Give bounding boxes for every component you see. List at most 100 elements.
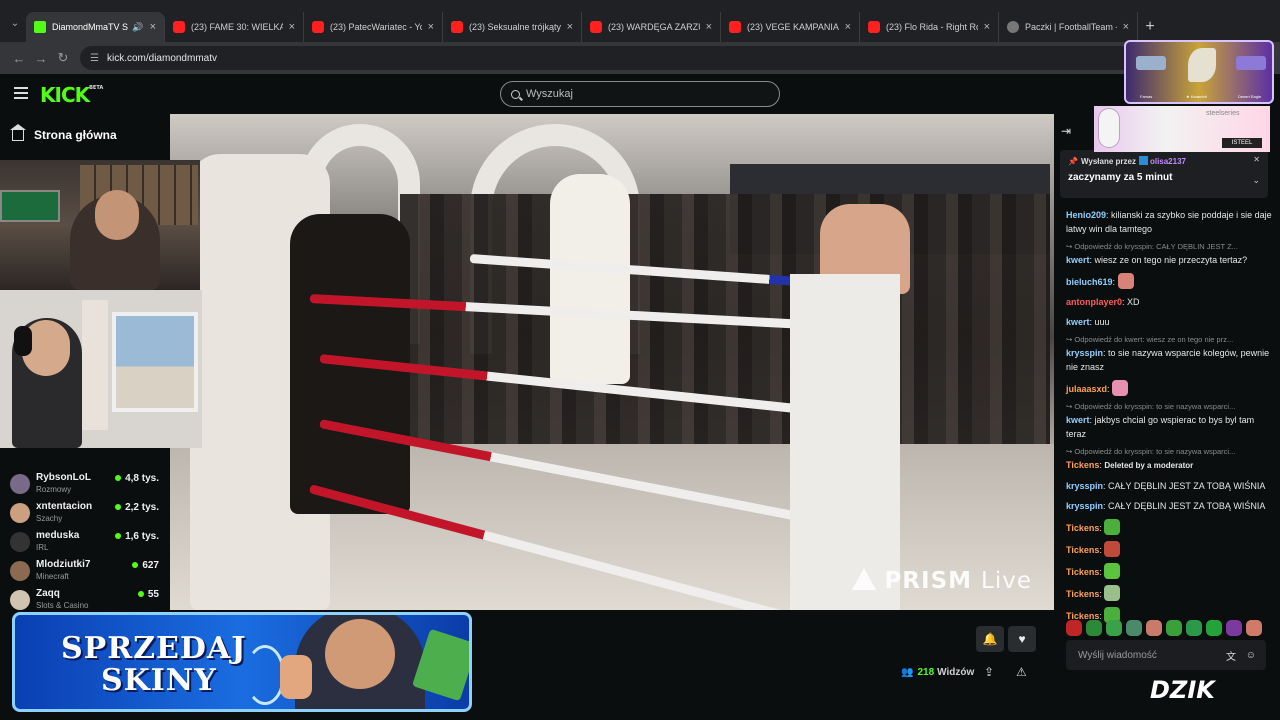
steelseries-overlay-card: steelseries ISTEEL xyxy=(1094,106,1270,152)
notification-bell-button[interactable]: 🔔 xyxy=(976,626,1004,652)
chat-message[interactable]: julaaasxd: xyxy=(1066,380,1272,396)
emote-icon[interactable] xyxy=(1106,620,1122,636)
chat-input[interactable]: Wyślij wiadomość 文 ☺ xyxy=(1066,640,1266,670)
site-settings-icon[interactable]: ☰ xyxy=(90,53,99,64)
chat-username[interactable]: Tickens xyxy=(1066,523,1099,533)
chat-username[interactable]: Tickens xyxy=(1066,545,1099,555)
emote-icon[interactable] xyxy=(1146,620,1162,636)
chat-message[interactable]: krysspin: CAŁY DĘBLIN JEST ZA TOBĄ WIŚNI… xyxy=(1066,499,1272,513)
browser-tab[interactable]: Paczki | FootballTeam - C × xyxy=(999,12,1138,42)
chat-message[interactable]: krysspin: CAŁY DĘBLIN JEST ZA TOBĄ WIŚNI… xyxy=(1066,479,1272,493)
skins-overlay-card: Famas ★ Karambit Desert Eagle xyxy=(1124,40,1274,104)
close-icon[interactable]: × xyxy=(984,21,990,33)
chat-message[interactable]: kwert: uuu xyxy=(1066,315,1272,329)
chat-message[interactable]: antonplayer0: XD xyxy=(1066,295,1272,309)
collapse-chat-icon[interactable]: ⇥ xyxy=(1061,124,1071,138)
sidebar-channel-item[interactable]: xntentacion Szachy 2,2 tys. xyxy=(10,501,165,529)
reload-button[interactable]: ↻ xyxy=(52,50,74,66)
emote-icon[interactable] xyxy=(1086,620,1102,636)
dzik-sponsor-logo: DZIK xyxy=(1150,676,1215,704)
chat-username[interactable]: krysspin xyxy=(1066,501,1103,511)
ad-banner-sprzedaj-skiny[interactable]: SPRZEDAJ SKINY xyxy=(12,612,472,712)
search-input[interactable]: Wyszukaj xyxy=(500,81,780,107)
close-icon[interactable]: × xyxy=(706,21,712,33)
report-icon[interactable]: ⚠ xyxy=(1016,665,1027,679)
close-icon[interactable]: × xyxy=(567,21,573,33)
chat-username[interactable]: Tickens xyxy=(1066,460,1099,470)
emote-icon[interactable] xyxy=(1186,620,1202,636)
close-icon[interactable]: × xyxy=(1123,21,1129,33)
chat-message[interactable]: Tickens: xyxy=(1066,541,1272,557)
referee xyxy=(550,174,630,384)
share-icon[interactable]: ⇪ xyxy=(984,665,994,679)
chat-message[interactable]: Henio209: kilianski za szybko sie poddaj… xyxy=(1066,208,1272,236)
emoji-icon[interactable]: ☺ xyxy=(1246,650,1256,661)
chat-username[interactable]: bieluch619 xyxy=(1066,277,1113,287)
channel-category: IRL xyxy=(36,543,49,552)
close-icon[interactable]: × xyxy=(845,21,851,33)
new-tab-button[interactable]: + xyxy=(1138,12,1162,42)
tab-search-button[interactable]: ⌄ xyxy=(4,10,26,36)
follow-heart-button[interactable]: ♥ xyxy=(1008,626,1036,652)
chat-reply-context[interactable]: ↪ Odpowiedź do krysspin: to sie nazywa w… xyxy=(1066,402,1272,412)
kick-logo[interactable]: KICKBETA xyxy=(40,83,103,107)
chat-message[interactable]: Tickens: xyxy=(1066,585,1272,601)
emote-icon[interactable] xyxy=(1246,620,1262,636)
chat-username[interactable]: antonplayer0 xyxy=(1066,297,1122,307)
chat-username[interactable]: krysspin xyxy=(1066,348,1103,358)
browser-tab[interactable]: (23) PatecWariatec - YouT × xyxy=(304,12,443,42)
browser-tab[interactable]: DiamondMmaTV Stre🔊 × xyxy=(26,12,165,42)
video-player[interactable]: PRISM Live xyxy=(170,114,1054,610)
chat-username[interactable]: Henio209 xyxy=(1066,210,1106,220)
chat-text: CAŁY DĘBLIN JEST ZA TOBĄ WIŚNIA xyxy=(1108,501,1266,511)
browser-tab[interactable]: (23) WARDĘGA ZARZUCA × xyxy=(582,12,721,42)
emote-icon[interactable] xyxy=(1206,620,1222,636)
chat-text: CAŁY DĘBLIN JEST ZA TOBĄ WIŚNIA xyxy=(1108,481,1266,491)
chat-reply-context[interactable]: ↪ Odpowiedź do krysspin: CAŁY DĘBLIN JES… xyxy=(1066,242,1272,252)
sidebar-channel-item[interactable]: Mlodziutki7 Minecraft 627 xyxy=(10,559,165,587)
chat-username[interactable]: krysspin xyxy=(1066,481,1103,491)
browser-tab[interactable]: (23) Seksualne trójkąty i s × xyxy=(443,12,582,42)
mouse-icon xyxy=(1098,108,1120,148)
chat-username[interactable]: Tickens xyxy=(1066,589,1099,599)
back-button[interactable]: ← xyxy=(8,51,30,66)
menu-icon[interactable] xyxy=(14,87,28,99)
unpin-icon[interactable]: ✕ xyxy=(1253,155,1260,164)
chat-username[interactable]: kwert xyxy=(1066,317,1090,327)
emote-icon xyxy=(1104,563,1121,579)
close-icon[interactable]: × xyxy=(428,21,434,33)
chat-message[interactable]: Tickens: xyxy=(1066,563,1272,579)
chat-message[interactable]: Tickens: xyxy=(1066,519,1272,535)
emote-icon[interactable] xyxy=(1126,620,1142,636)
chat-username[interactable]: kwert xyxy=(1066,255,1090,265)
sidebar-channel-item[interactable]: RybsonLoL Rozmowy 4,8 tys. xyxy=(10,472,165,500)
chat-message[interactable]: krysspin: to sie nazywa wsparcie kolegów… xyxy=(1066,346,1272,374)
url-field[interactable]: ☰ kick.com/diamondmmatv xyxy=(80,46,1180,70)
browser-tab[interactable]: (23) VEGE KAMPANIA CIS × xyxy=(721,12,860,42)
emote-icon[interactable] xyxy=(1066,620,1082,636)
sidebar-channel-item[interactable]: meduska IRL 1,6 tys. xyxy=(10,530,165,558)
emote-icon xyxy=(1104,519,1121,535)
translate-icon[interactable]: 文 xyxy=(1226,648,1236,663)
chat-message[interactable]: bieluch619: xyxy=(1066,273,1272,289)
browser-tab[interactable]: (23) FAME 30: WIELKA CE × xyxy=(165,12,304,42)
forward-button[interactable]: → xyxy=(30,51,52,66)
chat-username[interactable]: julaaasxd xyxy=(1066,384,1107,394)
avatar xyxy=(10,474,30,494)
emote-icon[interactable] xyxy=(1166,620,1182,636)
chat-username[interactable]: Tickens xyxy=(1066,567,1099,577)
chat-username[interactable]: kwert xyxy=(1066,415,1090,425)
chat-reply-context[interactable]: ↪ Odpowiedź do kwert: wiesz ze on tego n… xyxy=(1066,335,1272,345)
close-icon[interactable]: × xyxy=(289,21,295,33)
chat-reply-context[interactable]: ↪ Odpowiedź do krysspin: to sie nazywa w… xyxy=(1066,447,1272,457)
close-icon[interactable]: × xyxy=(150,21,156,33)
chat-message[interactable]: kwert: wiesz ze on tego nie przeczyta te… xyxy=(1066,253,1272,267)
browser-tab[interactable]: (23) Flo Rida - Right Rour × xyxy=(860,12,999,42)
pinned-message[interactable]: 📌 Wysłane przez olisa2137 zaczynamy za 5 m… xyxy=(1060,150,1268,198)
chat-message[interactable]: Tickens: Deleted by a moderator xyxy=(1066,458,1272,473)
speaker-icon[interactable]: 🔊 xyxy=(132,22,143,33)
emote-icon[interactable] xyxy=(1226,620,1242,636)
sidebar-item-home[interactable]: Strona główna xyxy=(10,123,117,142)
chevron-down-icon[interactable]: ⌄ xyxy=(1252,175,1260,186)
chat-message[interactable]: kwert: jakbys chcial go wspierac to bys … xyxy=(1066,413,1272,441)
